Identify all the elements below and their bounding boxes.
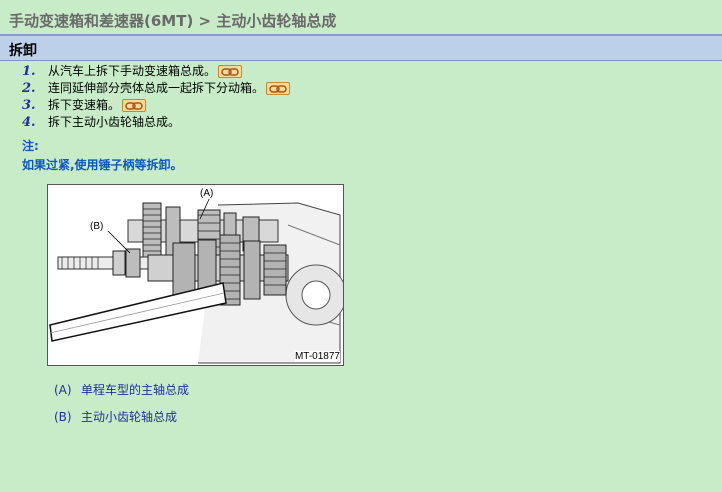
note-text: 如果过紧,使用锤子柄等拆卸。 xyxy=(22,158,183,172)
legend-item: (B) 主动小齿轮轴总成 xyxy=(54,408,189,435)
step-number: 1. xyxy=(22,64,36,79)
callout-b: (B) xyxy=(90,221,104,232)
transmission-illustration: (A) (B) MT-01877 xyxy=(47,184,344,366)
step-text: 从汽车上拆下手动变速箱总成。 xyxy=(48,64,217,78)
callout-a: (A) xyxy=(200,188,214,199)
legend-text: 单程车型的主轴总成 xyxy=(81,383,190,397)
step-4: 4. 拆下主动小齿轮轴总成。 xyxy=(22,114,290,131)
chain-link-icon[interactable] xyxy=(266,82,291,95)
step-number: 3. xyxy=(22,98,36,113)
page-title: 手动变速箱和差速器(6MT) > 主动小齿轮轴总成 xyxy=(9,12,337,30)
legend-item: (A) 单程车型的主轴总成 xyxy=(54,381,189,408)
step-text: 拆下主动小齿轮轴总成。 xyxy=(48,115,181,129)
step-3: 3. 拆下变速箱。 xyxy=(22,97,290,114)
chain-link-icon[interactable] xyxy=(218,65,243,78)
figure-code: MT-01877 xyxy=(294,351,340,362)
legend-text: 主动小齿轮轴总成 xyxy=(81,410,178,424)
step-number: 2. xyxy=(22,81,36,96)
step-2: 2. 连同延伸部分壳体总成一起拆下分动箱。 xyxy=(22,80,291,97)
step-number: 4. xyxy=(22,115,36,130)
legend-key: (A) xyxy=(54,383,72,397)
figure-legend: (A) 单程车型的主轴总成 (B) 主动小齿轮轴总成 xyxy=(54,381,189,435)
step-1: 1. 从汽车上拆下手动变速箱总成。 xyxy=(22,63,290,80)
step-text: 连同延伸部分壳体总成一起拆下分动箱。 xyxy=(48,81,265,95)
gear-shaft-drawing xyxy=(49,196,343,364)
section-header: 拆卸 xyxy=(0,36,722,61)
note-label: 注: xyxy=(22,139,39,153)
procedure-steps: 1. 从汽车上拆下手动变速箱总成。 2. 连同延伸部分壳体总成一起拆下分动箱。 … xyxy=(22,63,291,131)
chain-link-icon[interactable] xyxy=(122,99,147,112)
step-text: 拆下变速箱。 xyxy=(48,98,121,112)
legend-key: (B) xyxy=(54,410,72,424)
section-title: 拆卸 xyxy=(9,43,37,59)
